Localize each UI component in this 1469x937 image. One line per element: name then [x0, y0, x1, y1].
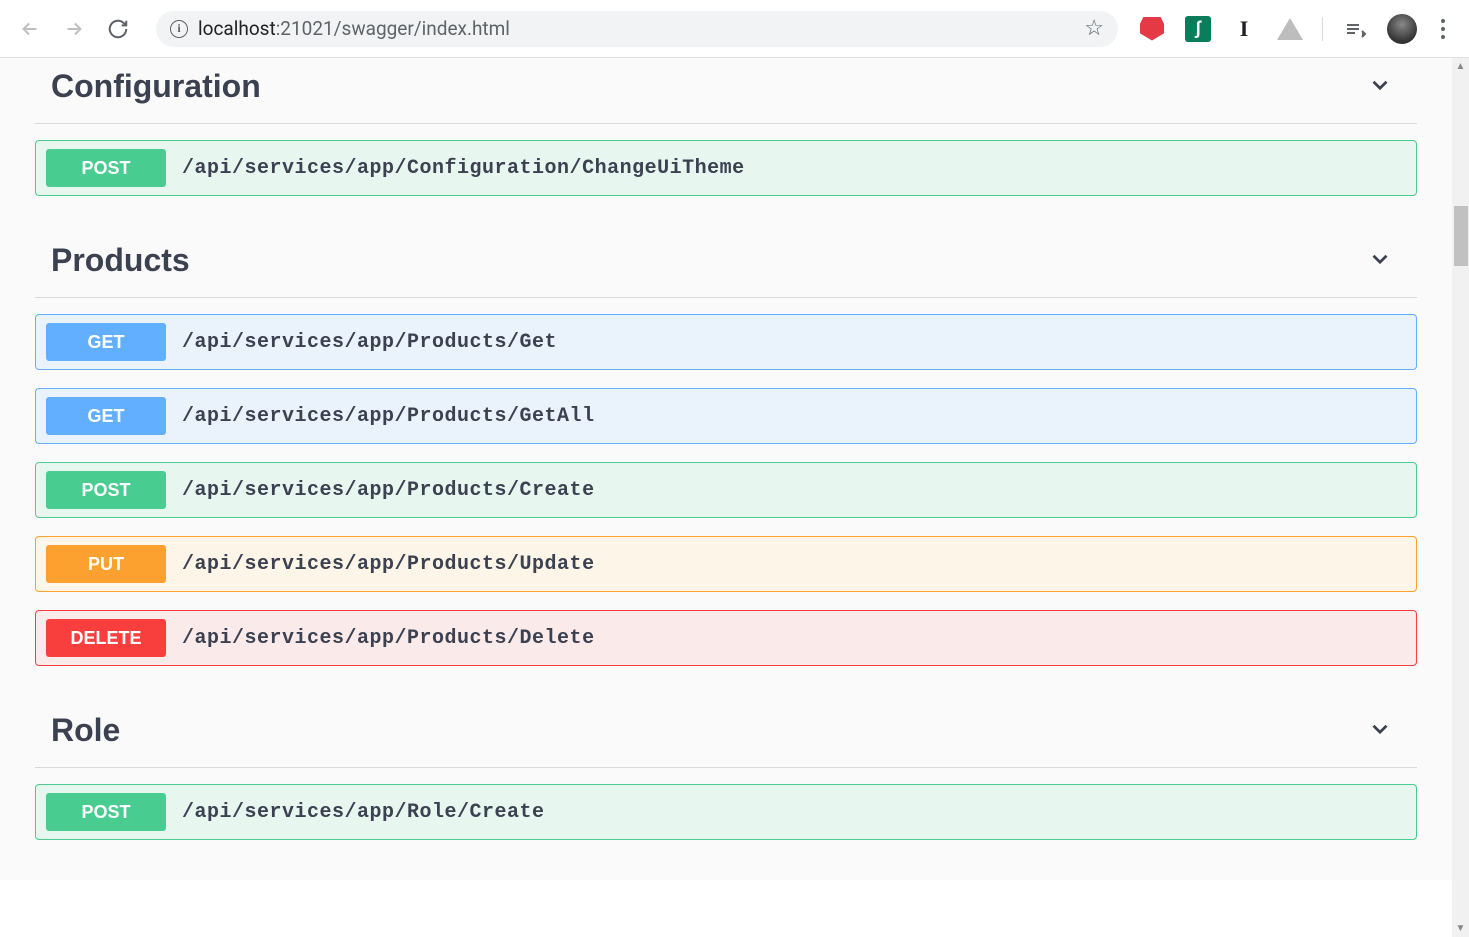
browser-menu-button[interactable] [1435, 13, 1451, 45]
section-header-configuration[interactable]: Configuration [35, 58, 1417, 124]
endpoint-row[interactable]: POST /api/services/app/Configuration/Cha… [35, 140, 1417, 196]
endpoint-path: /api/services/app/Products/Create [182, 479, 595, 502]
reload-button[interactable] [100, 11, 136, 47]
section-role: Role POST /api/services/app/Role/Create [35, 698, 1417, 840]
method-badge-put: PUT [46, 545, 166, 583]
scroll-thumb[interactable] [1454, 206, 1468, 266]
method-badge-get: GET [46, 397, 166, 435]
browser-toolbar: i localhost:21021/swagger/index.html ☆ ʃ… [0, 0, 1469, 58]
back-button[interactable] [12, 11, 48, 47]
endpoint-row[interactable]: DELETE /api/services/app/Products/Delete [35, 610, 1417, 666]
section-title: Role [51, 712, 120, 749]
scroll-down-arrow-icon[interactable]: ▼ [1452, 920, 1469, 937]
scroll-up-arrow-icon[interactable]: ▲ [1452, 58, 1469, 75]
endpoint-path: /api/services/app/Products/Get [182, 331, 557, 354]
endpoint-path: /api/services/app/Products/Delete [182, 627, 595, 650]
toolbar-divider [1322, 17, 1323, 41]
endpoint-row[interactable]: POST /api/services/app/Products/Create [35, 462, 1417, 518]
endpoint-path: /api/services/app/Role/Create [182, 801, 545, 824]
method-badge-post: POST [46, 149, 166, 187]
section-title: Configuration [51, 68, 261, 105]
endpoint-row[interactable]: PUT /api/services/app/Products/Update [35, 536, 1417, 592]
forward-button[interactable] [56, 11, 92, 47]
endpoint-path: /api/services/app/Configuration/ChangeUi… [182, 157, 745, 180]
profile-avatar[interactable] [1387, 14, 1417, 44]
instapaper-extension-icon[interactable]: I [1230, 15, 1258, 43]
chevron-down-icon [1367, 246, 1393, 276]
section-products: Products GET /api/services/app/Products/… [35, 228, 1417, 666]
method-badge-post: POST [46, 793, 166, 831]
vertical-scrollbar[interactable]: ▲ ▼ [1452, 58, 1469, 937]
chevron-down-icon [1367, 72, 1393, 102]
section-title: Products [51, 242, 190, 279]
extension-toolbar: ʃ I [1138, 13, 1457, 45]
green-extension-icon[interactable]: ʃ [1184, 15, 1212, 43]
section-configuration: Configuration POST /api/services/app/Con… [35, 58, 1417, 196]
section-header-products[interactable]: Products [35, 228, 1417, 298]
media-control-icon[interactable] [1341, 15, 1369, 43]
swagger-content: Configuration POST /api/services/app/Con… [0, 58, 1452, 880]
method-badge-get: GET [46, 323, 166, 361]
chevron-down-icon [1367, 716, 1393, 746]
method-badge-delete: DELETE [46, 619, 166, 657]
site-info-icon[interactable]: i [170, 20, 188, 38]
bookmark-star-icon[interactable]: ☆ [1084, 16, 1104, 41]
endpoint-path: /api/services/app/Products/GetAll [182, 405, 595, 428]
endpoint-row[interactable]: GET /api/services/app/Products/Get [35, 314, 1417, 370]
method-badge-post: POST [46, 471, 166, 509]
address-bar[interactable]: i localhost:21021/swagger/index.html ☆ [156, 11, 1118, 47]
endpoint-row[interactable]: GET /api/services/app/Products/GetAll [35, 388, 1417, 444]
drive-extension-icon[interactable] [1276, 15, 1304, 43]
endpoint-path: /api/services/app/Products/Update [182, 553, 595, 576]
url-text: localhost:21021/swagger/index.html [198, 17, 510, 40]
ublock-extension-icon[interactable] [1138, 15, 1166, 43]
endpoint-row[interactable]: POST /api/services/app/Role/Create [35, 784, 1417, 840]
section-header-role[interactable]: Role [35, 698, 1417, 768]
